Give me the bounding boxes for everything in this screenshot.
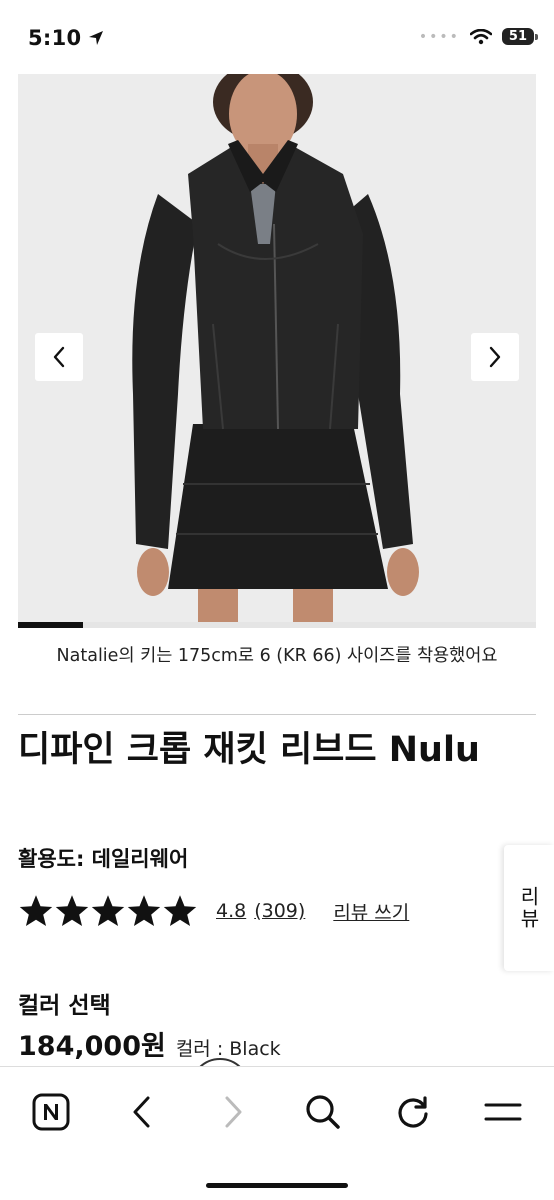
star-icon: [19, 895, 53, 926]
divider: [18, 714, 536, 715]
chevron-right-icon: [489, 346, 501, 368]
status-time: 5:10: [28, 26, 105, 50]
model-size-caption: Natalie의 키는 175cm로 6 (KR 66) 사이즈를 착용했어요: [56, 646, 498, 666]
star-icon: [163, 895, 197, 926]
back-arrow-icon: [133, 1096, 150, 1128]
home-indicator: [206, 1183, 348, 1188]
battery-indicator: 51: [501, 28, 539, 45]
review-side-tab[interactable]: 리뷰: [504, 845, 554, 971]
menu-button[interactable]: [478, 1087, 528, 1137]
refresh-icon: [398, 1096, 428, 1128]
chevron-left-icon: [53, 346, 65, 368]
star-icon: [55, 895, 89, 926]
color-select-label: 컬러 선택: [18, 993, 111, 1019]
carousel-progress-fill: [18, 622, 83, 628]
search-button[interactable]: [298, 1087, 348, 1137]
price: 184,000원: [18, 1031, 166, 1062]
star-icon: [127, 895, 161, 926]
back-button[interactable]: [117, 1087, 167, 1137]
time-text: 5:10: [28, 26, 82, 50]
product-image-carousel[interactable]: [18, 74, 536, 628]
product-photo: [18, 74, 536, 628]
rating-stars: [18, 893, 198, 929]
carousel-progress-bar: [18, 622, 536, 628]
forward-button[interactable]: [208, 1087, 258, 1137]
forward-arrow-icon: [225, 1096, 242, 1128]
status-bar: 5:10 •••• 51: [0, 0, 554, 74]
carousel-prev-button[interactable]: [35, 333, 83, 381]
wifi-icon: [469, 28, 492, 44]
write-review-link[interactable]: 리뷰 쓰기: [333, 898, 409, 925]
signal-dots-icon: ••••: [418, 28, 460, 45]
naver-logo-icon: [32, 1093, 70, 1131]
refresh-button[interactable]: [388, 1087, 438, 1137]
activity-label: 활용도: 데일리웨어: [18, 847, 189, 871]
status-icons: •••• 51: [418, 28, 539, 45]
carousel-next-button[interactable]: [471, 333, 519, 381]
price-row: 184,000원 컬러 : Black: [18, 1024, 281, 1063]
review-count-link[interactable]: (309): [254, 900, 305, 922]
product-title: 디파인 크롭 재킷 리브드 Nulu: [18, 730, 480, 770]
location-arrow-icon: [89, 31, 104, 45]
naver-home-button[interactable]: [26, 1087, 76, 1137]
rating-value-link[interactable]: 4.8: [216, 900, 246, 922]
menu-icon: [484, 1103, 522, 1121]
browser-toolbar: [0, 1066, 554, 1200]
selected-color: 컬러 : Black: [175, 1038, 281, 1060]
star-icon: [91, 895, 125, 926]
search-icon: [306, 1095, 340, 1129]
rating-row: 4.8 (309) 리뷰 쓰기: [18, 893, 409, 929]
review-side-tab-label: 리뷰: [516, 886, 541, 930]
